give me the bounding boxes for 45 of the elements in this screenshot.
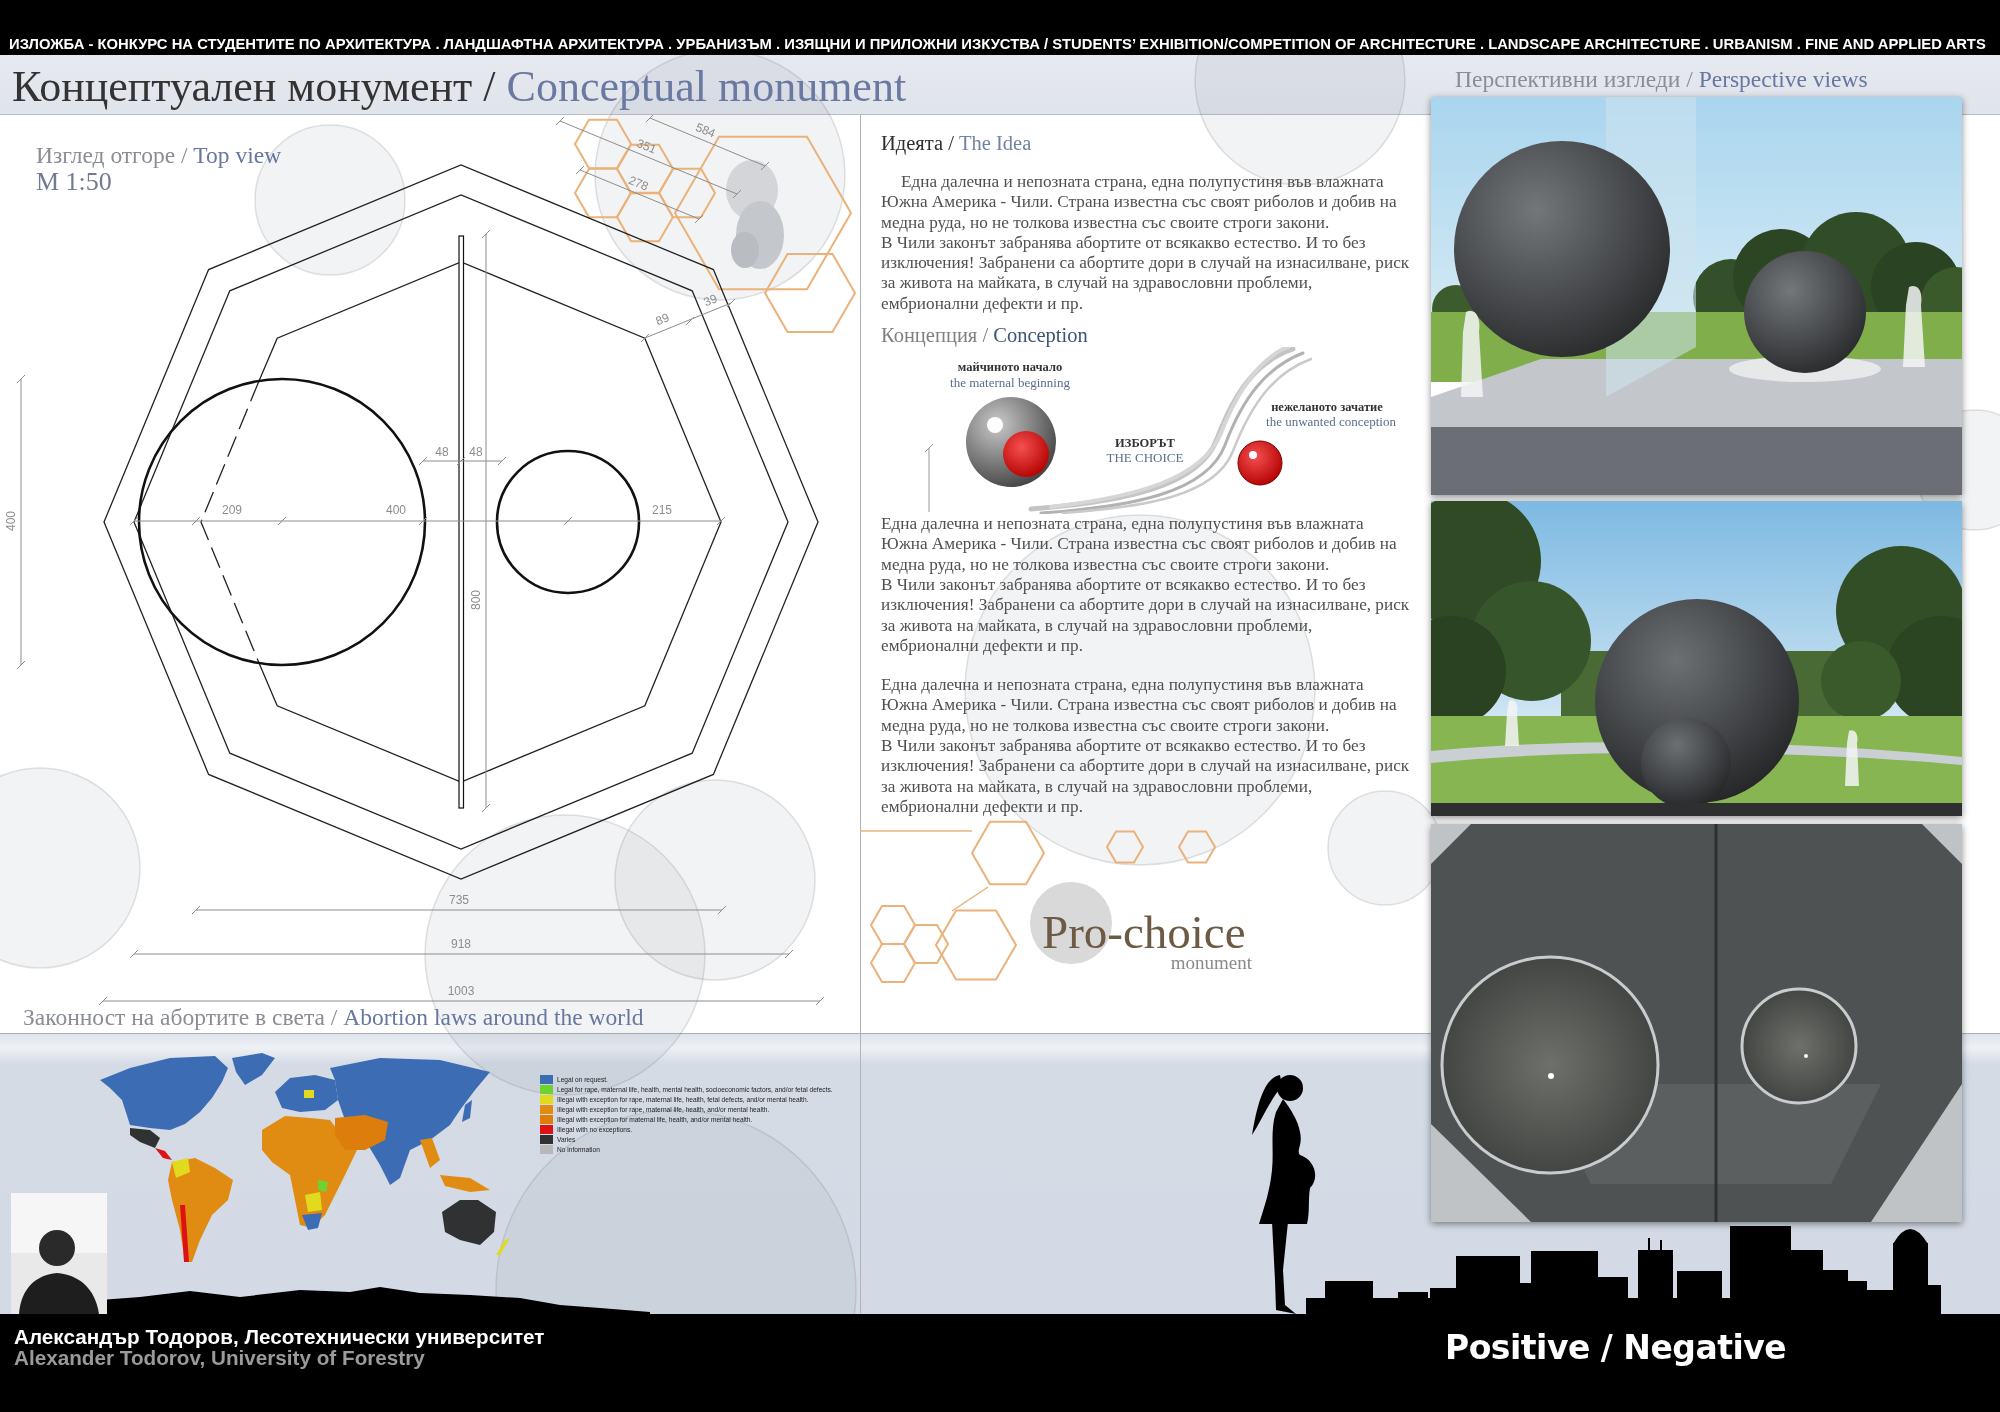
paragraph: Една далечна и непозната страна, една полупустиня във влажната Южна Америка - Чили. Страна известна със своят риболов и добив на медна руда, но не толкова известна със своите строги закони. В Чили законът забранява абортите от всякакво естество. И то без изключения! Забранени са абортите дори в случай на изнасилване, риск за живота на майката, в случай на здравословни проблеми, ембрионални дефекти и пр.	[881, 514, 1411, 657]
author-name: Александър Тодоров, Лесотехнически университет	[14, 1326, 546, 1347]
scale-label: M 1:50	[36, 168, 112, 196]
dimension-label: 400	[386, 503, 406, 517]
dimension-line	[924, 443, 934, 513]
dimension-label: 735	[449, 893, 469, 907]
dimension-label: 48	[469, 445, 483, 459]
author-name: Alexander Todorov, University of Forestry	[14, 1347, 425, 1368]
hexagon-outline	[869, 905, 917, 946]
concept-label: the maternal beginning	[950, 375, 1070, 391]
dimension-label: 1003	[447, 984, 475, 998]
section-heading: Изглед отгоре / Top view	[36, 142, 282, 168]
dimension-label: 584	[693, 120, 718, 141]
dimension-label: 800	[469, 590, 483, 610]
concept-label: the unwanted conception	[1266, 414, 1396, 430]
section-heading: Идеята / The Idea	[881, 131, 1033, 155]
paragraph: Една далечна и непозната страна, една полупустиня във влажната Южна Америка - Чили. Страна известна със своят риболов и добив на медна руда, но не толкова известна със своите строги закони. В Чили законът забранява абортите от всякакво естество. И то без изключения! Забранени са абортите дори в случай на изнасилване, риск за живота на майката, в случай на здравословни проблеми, ембрионални дефекти и пр.	[881, 675, 1411, 818]
small-ball-icon	[1237, 440, 1283, 486]
paragraph: Една далечна и непозната страна, една полупустиня във влажната Южна Америка - Чили. Страна известна със своят риболов и добив на медна руда, но не толкова известна със своите строги закони. В Чили законът забранява абортите от всякакво естество. И то без изключения! Забранени са абортите дори в случай на изнасилване, риск за живота на майката, в случай на здравословни проблеми, ембрионални дефекти и пр.	[881, 172, 1411, 315]
dimension-label: 400	[4, 511, 18, 531]
section-heading: Перспективни изгледи / Perspective views	[1455, 67, 1868, 91]
concept-label: ИЗБОРЪТ	[1115, 436, 1175, 451]
poster-title: Концептуален монумент / Conceptual monument	[12, 62, 907, 112]
hexagon-outline	[1177, 830, 1217, 864]
dimension-label: 278	[626, 173, 651, 194]
hexagon-outline	[573, 118, 633, 170]
section-heading: Концепция / Conception	[881, 323, 1089, 348]
connector-line	[951, 886, 989, 912]
dimension-label: 209	[222, 503, 242, 517]
hexagon-outline	[1105, 830, 1145, 864]
hexagon-outline	[869, 943, 917, 984]
dimension-label: 351	[634, 136, 659, 157]
section-heading: Законност на абортите в света / Abortion laws around the world	[23, 1004, 644, 1030]
exhibition-banner-text: ИЗЛОЖБА - КОНКУРС НА СТУДЕНТИТЕ ПО АРХИТЕКТУРА . ЛАНДШАФТНА АРХИТЕКТУРА . УРБАНИЗЪМ . ИЗЯЩНИ И ПРИЛОЖНИ ИЗКУСТВА / STUDENTS’ EXHIBITION/COMPETITION OF ARCHITECTURE . LANDSCAPE ARCHITECTURE . URBANISM . FINE AND APPLIED ARTS	[9, 35, 1986, 53]
concept-label: THE CHOICE	[1106, 450, 1184, 466]
dimension-label: 48	[435, 445, 449, 459]
dimension-label: 89	[653, 310, 672, 329]
concept-label: нежеланото зачатие	[1271, 400, 1383, 415]
dimension-label: 918	[451, 937, 471, 951]
sphere-with-inner-ball-icon	[966, 397, 1056, 488]
dimension-label: 215	[652, 503, 672, 517]
project-name: Positive / Negative	[1445, 1329, 1787, 1367]
dimension-label: 39	[701, 291, 720, 310]
logo-subtitle: monument	[1170, 952, 1252, 974]
concept-label: майчиното начало	[957, 360, 1063, 375]
